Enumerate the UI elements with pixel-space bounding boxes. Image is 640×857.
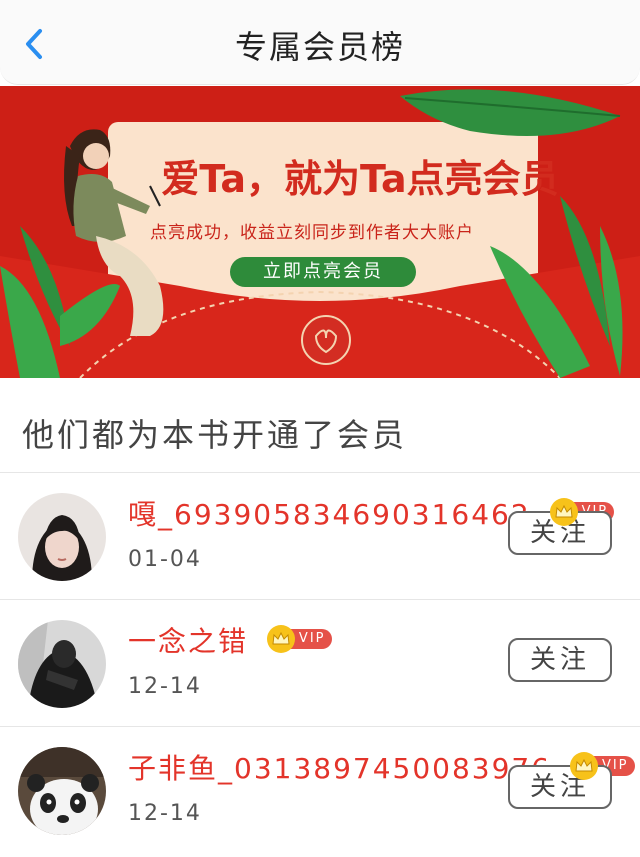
list-item[interactable]: 子非鱼_0313897450083976 VIP 12-14 关注 xyxy=(0,727,640,853)
banner-subline: 点亮成功，收益立刻同步到作者大大账户 xyxy=(150,223,474,243)
vip-badge: VIP xyxy=(266,625,332,653)
member-date: 12-14 xyxy=(128,801,202,826)
avatar[interactable] xyxy=(18,747,106,835)
member-name-text: 一念之错 xyxy=(128,625,249,658)
member-name-text: 子非鱼_0313897450083976 xyxy=(128,752,552,785)
nav-bar: 专属会员榜 xyxy=(0,0,640,85)
follow-button[interactable]: 关注 xyxy=(508,638,612,682)
crown-icon xyxy=(569,752,598,780)
member-date: 12-14 xyxy=(128,674,202,699)
list-item[interactable]: 嘎_69390583469031646​2 VIP 01-04 关注 xyxy=(0,473,640,599)
avatar[interactable] xyxy=(18,493,106,581)
member-name-text: 嘎_69390583469031646​2 xyxy=(128,498,531,531)
avatar[interactable] xyxy=(18,620,106,708)
page-title: 专属会员榜 xyxy=(234,28,405,66)
crown-icon xyxy=(266,625,295,653)
crown-icon xyxy=(549,498,578,526)
activate-membership-button[interactable]: 立即点亮会员 xyxy=(230,257,416,287)
member-date: 01-04 xyxy=(128,547,202,572)
list-item[interactable]: 一念之错 VIP 12-14 关注 xyxy=(0,600,640,726)
promo-banner[interactable]: 爱Ta，就为Ta点亮会员 点亮成功，收益立刻同步到作者大大账户 立即点亮会员 xyxy=(0,86,640,378)
section-title: 他们都为本书开通了会员 xyxy=(22,416,408,454)
banner-headline: 爱Ta，就为Ta点亮会员 xyxy=(161,157,559,201)
member-name: 一念之错 VIP xyxy=(128,620,332,660)
